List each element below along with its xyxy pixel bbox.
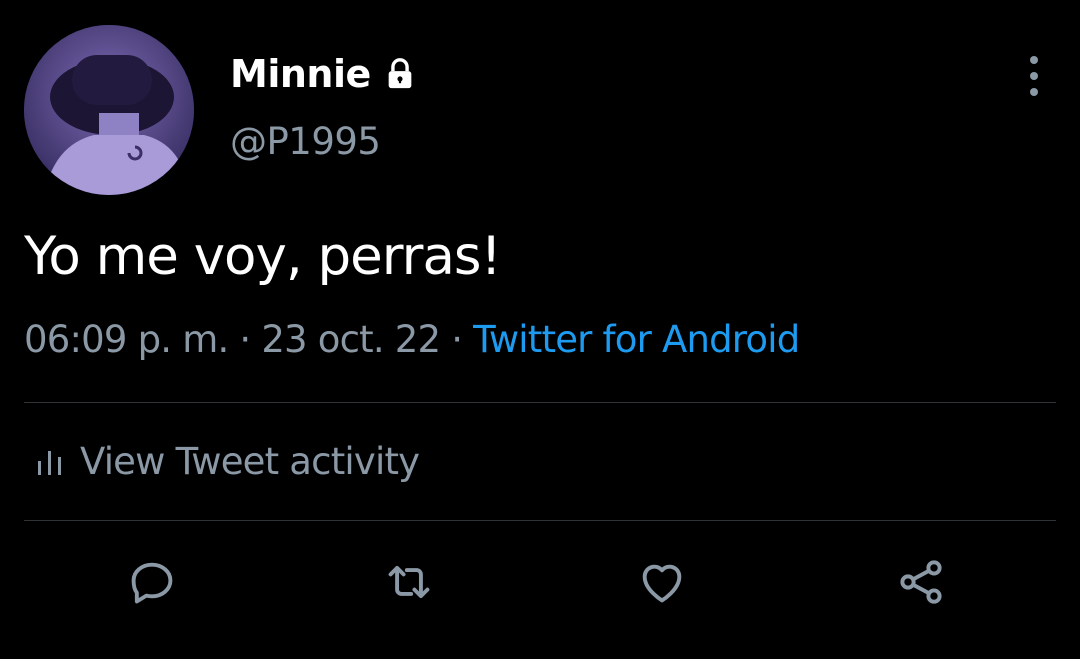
share-icon — [900, 560, 942, 604]
view-tweet-activity-button[interactable]: View Tweet activity — [36, 440, 420, 483]
tweet-text: Yo me voy, perras! — [24, 226, 502, 287]
like-button[interactable] — [634, 554, 690, 610]
tweet-date: 23 oct. 22 — [261, 318, 441, 361]
divider — [24, 520, 1056, 521]
reply-icon — [131, 562, 173, 604]
tweet-source-link[interactable]: Twitter for Android — [473, 318, 800, 361]
name-row: Minnie — [230, 52, 417, 96]
reply-button[interactable] — [124, 554, 180, 610]
share-button[interactable] — [893, 554, 949, 610]
divider — [24, 402, 1056, 403]
tweet-time: 06:09 p. m. — [24, 318, 229, 361]
more-vertical-icon[interactable] — [1016, 56, 1052, 96]
meta-separator: · — [451, 318, 463, 361]
avatar-photo — [24, 25, 194, 195]
heart-icon — [642, 564, 682, 603]
lock-icon — [388, 58, 412, 89]
avatar[interactable] — [24, 25, 194, 195]
bar-chart-icon — [38, 450, 61, 475]
user-handle[interactable]: @P1995 — [230, 120, 381, 163]
meta-separator: · — [239, 318, 251, 361]
tweet-meta: 06:09 p. m. · 23 oct. 22 · Twitter for A… — [24, 318, 800, 361]
retweet-icon — [388, 565, 430, 599]
activity-label: View Tweet activity — [80, 440, 420, 483]
retweet-button[interactable] — [381, 554, 437, 610]
display-name[interactable]: Minnie — [230, 52, 371, 96]
